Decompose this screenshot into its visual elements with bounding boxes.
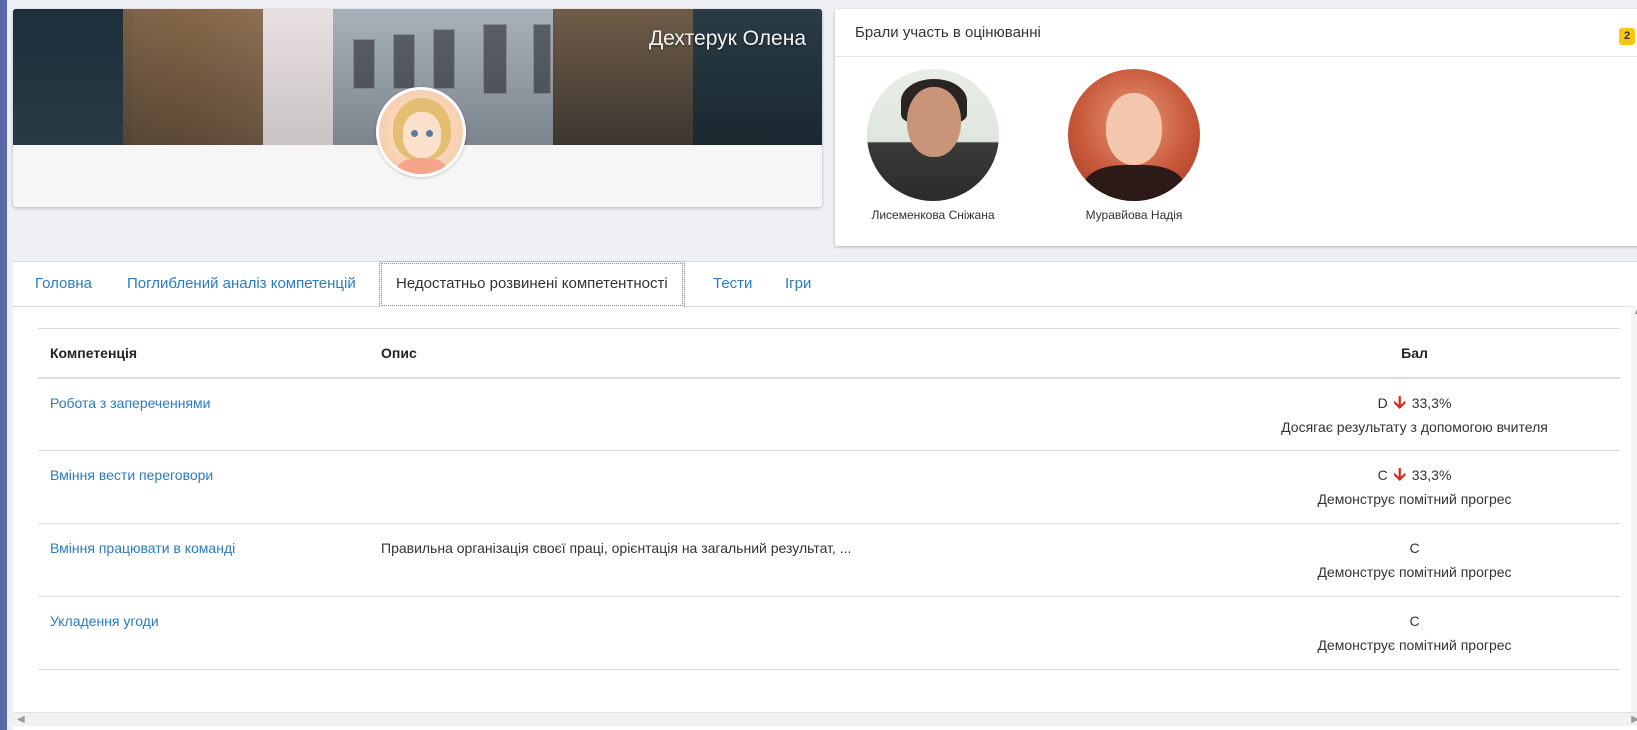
column-header-score: Бал <box>1209 328 1620 379</box>
arrow-down-icon: 🡫 <box>1393 465 1406 484</box>
participant-card[interactable]: Муравйова Надія <box>1054 69 1214 222</box>
profile-avatar[interactable] <box>376 87 466 177</box>
column-header-competency: Компетенція <box>38 328 369 379</box>
participant-avatar[interactable] <box>867 69 999 201</box>
competency-description <box>369 450 1209 524</box>
score-percent: 33,3% <box>1411 394 1452 411</box>
participants-title: Брали участь в оцінюванні <box>835 9 1637 57</box>
tab-games[interactable]: Ігри <box>785 262 811 307</box>
scroll-left-icon[interactable]: ◀ <box>17 714 25 725</box>
column-header-description: Опис <box>369 328 1209 379</box>
table-row: Вміння вести переговори C 🡫 33,3% Демонс… <box>38 450 1620 524</box>
scroll-right-icon[interactable]: ▶ <box>1631 714 1637 725</box>
score-grade: C <box>1409 613 1420 629</box>
scroll-up-icon[interactable]: ▲ <box>1633 306 1637 316</box>
score-cell: C Демонструє помітний прогрес <box>1209 596 1620 670</box>
score-grade: C <box>1409 540 1420 556</box>
score-level: Демонструє помітний прогрес <box>1317 637 1512 653</box>
score-cell: C Демонструє помітний прогрес <box>1209 523 1620 597</box>
tab-underdeveloped-competencies[interactable]: Недостатньо розвинені компетентності <box>379 261 685 308</box>
competency-link[interactable]: Робота з запереченнями <box>50 395 211 411</box>
arrow-down-icon: 🡫 <box>1393 392 1406 412</box>
score-level: Демонструє помітний прогрес <box>1317 564 1512 580</box>
tab-home[interactable]: Головна <box>35 262 92 307</box>
competency-link[interactable]: Вміння вести переговори <box>50 467 213 483</box>
horizontal-scrollbar[interactable]: ◀ ▶ <box>13 712 1637 726</box>
tab-tests[interactable]: Тести <box>713 262 752 307</box>
participant-name: Муравйова Надія <box>1085 208 1183 222</box>
score-level: Демонструє помітний прогрес <box>1317 491 1512 507</box>
table-header-row: Компетенція Опис Бал <box>38 328 1620 379</box>
participants-count-badge: 2 <box>1619 28 1635 45</box>
tab-competency-analysis[interactable]: Поглиблений аналіз компетенцій <box>127 262 356 307</box>
tab-bar: Головна Поглиблений аналіз компетенцій Н… <box>13 261 1637 308</box>
score-percent: 33,3% <box>1411 467 1452 483</box>
competency-link[interactable]: Укладення угоди <box>50 613 159 629</box>
competency-description <box>369 377 1209 451</box>
participant-name: Лисеменкова Сніжана <box>871 208 995 222</box>
profile-name: Дехтерук Олена <box>648 27 806 50</box>
table-row: Робота з запереченнями D 🡫 33,3% Досягає… <box>38 377 1620 451</box>
participant-card[interactable]: Лисеменкова Сніжана <box>853 69 1013 222</box>
score-cell: C 🡫 33,3% Демонструє помітний прогрес <box>1209 450 1620 524</box>
page: Дехтерук Олена Брали участь в оцінюванні… <box>7 0 1637 730</box>
competency-description <box>369 596 1209 670</box>
score-grade: C <box>1377 467 1388 483</box>
table-row: Вміння працювати в команді Правильна орг… <box>38 523 1620 597</box>
score-level: Досягає результату з допомогою вчителя <box>1281 418 1548 435</box>
participants-card: Брали участь в оцінюванні 2 Лисеменкова … <box>835 9 1637 246</box>
competency-description: Правильна організація своєї праці, орієн… <box>369 523 1209 597</box>
participant-avatar[interactable] <box>1068 69 1200 201</box>
table-row: Укладення угоди C Демонструє помітний пр… <box>38 596 1620 670</box>
profile-card: Дехтерук Олена <box>13 9 822 207</box>
score-grade: D <box>1377 394 1388 411</box>
content-panel: Головна Поглиблений аналіз компетенцій Н… <box>13 261 1637 730</box>
competency-table: Компетенція Опис Бал Робота з запереченн… <box>38 328 1620 670</box>
score-cell: D 🡫 33,3% Досягає результату з допомогою… <box>1209 377 1620 451</box>
competency-link[interactable]: Вміння працювати в команді <box>50 540 235 556</box>
vertical-scrollbar[interactable]: ▲ <box>1631 306 1637 712</box>
